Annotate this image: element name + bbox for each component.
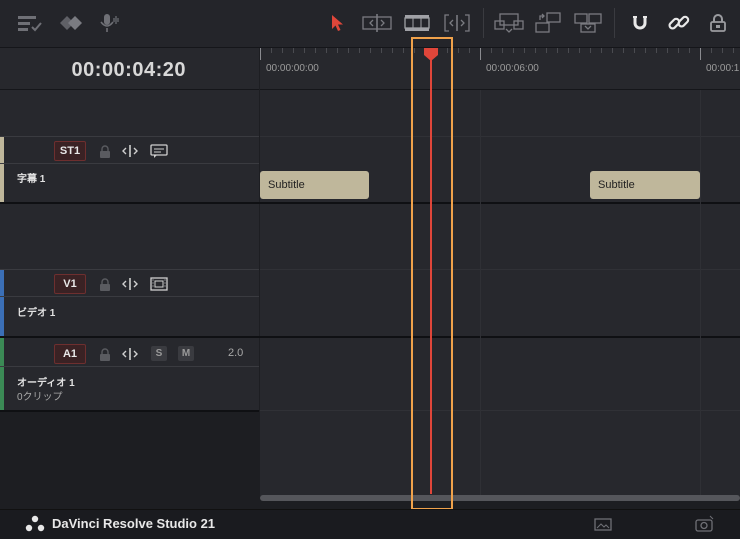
audio-track-header[interactable]: A1 S M 2.0 オーディオ 1 0クリップ <box>0 338 259 410</box>
video-track-header[interactable]: V1 ビデオ 1 <box>0 270 259 336</box>
auto-select-icon[interactable] <box>121 346 139 362</box>
toolbar-separator <box>614 8 615 38</box>
davinci-logo-icon <box>25 515 45 532</box>
dynamic-trim-icon[interactable] <box>443 11 471 35</box>
camera-icon[interactable] <box>695 515 715 533</box>
lock-icon[interactable] <box>96 143 114 159</box>
empty-panel <box>0 412 259 508</box>
track-color-strip <box>0 270 4 336</box>
ruler-label: 00:00:1 <box>706 63 740 74</box>
toolbar-separator <box>483 8 484 38</box>
timecode-panel: 00:00:04:20 <box>0 48 259 90</box>
grid-line <box>480 90 481 496</box>
track-badge-a1[interactable]: A1 <box>54 344 86 364</box>
empty-track-area <box>0 204 259 269</box>
mute-button[interactable]: M <box>178 346 194 361</box>
overwrite-clip-icon[interactable] <box>534 11 562 35</box>
insert-clip-icon[interactable] <box>494 11 524 35</box>
lane-divider <box>260 269 740 270</box>
row-divider <box>0 366 259 367</box>
media-icon[interactable] <box>594 516 612 532</box>
app-name: DaVinci Resolve Studio 21 <box>52 516 216 531</box>
timeline-toolbar <box>0 0 740 48</box>
empty-track-area <box>0 90 259 136</box>
row-divider <box>0 296 259 297</box>
horizontal-scrollbar[interactable] <box>260 495 740 501</box>
track-name: 字幕 1 <box>17 174 46 185</box>
app-footer: DaVinci Resolve Studio 21 <box>0 509 740 539</box>
lane-divider <box>260 410 740 411</box>
blade-icon[interactable] <box>404 11 430 35</box>
replace-clip-icon[interactable] <box>573 11 603 35</box>
position-lock-icon[interactable] <box>708 11 728 35</box>
current-timecode[interactable]: 00:00:04:20 <box>72 59 186 82</box>
voiceover-icon[interactable] <box>98 11 120 35</box>
subtitle-clip[interactable]: Subtitle <box>260 171 369 199</box>
row-divider <box>0 163 259 164</box>
lock-icon[interactable] <box>96 346 114 362</box>
lane-divider <box>260 136 740 137</box>
edit-mode-icon[interactable] <box>58 11 84 35</box>
auto-select-icon[interactable] <box>121 143 139 159</box>
grid-line <box>700 90 701 496</box>
trim-edit-icon[interactable] <box>362 11 392 35</box>
audio-lane[interactable] <box>260 338 740 496</box>
caption-icon[interactable] <box>150 143 168 159</box>
lock-icon[interactable] <box>96 276 114 292</box>
audio-channels: 2.0 <box>228 347 244 359</box>
timeline-ruler[interactable]: 00:00:00:00 00:00:06:00 00:00:1 <box>260 48 740 90</box>
snapping-icon[interactable] <box>630 11 650 35</box>
linked-selection-icon[interactable] <box>668 11 690 35</box>
solo-button[interactable]: S <box>151 346 167 361</box>
ruler-label: 00:00:00:00 <box>266 63 319 74</box>
timeline-options-icon[interactable] <box>17 11 43 35</box>
track-name: オーディオ 1 <box>17 378 75 389</box>
track-badge-st1[interactable]: ST1 <box>54 141 86 161</box>
playhead-highlight <box>411 37 453 510</box>
track-name: ビデオ 1 <box>17 308 56 319</box>
film-icon[interactable] <box>150 276 168 292</box>
selection-pointer-icon[interactable] <box>328 11 346 35</box>
track-color-strip <box>0 137 4 202</box>
subtitle-clip[interactable]: Subtitle <box>590 171 700 199</box>
track-color-strip <box>0 338 4 410</box>
video-lane[interactable] <box>260 204 740 336</box>
ruler-label: 00:00:06:00 <box>486 63 539 74</box>
subtitle-track-header[interactable]: ST1 字幕 1 <box>0 137 259 202</box>
track-badge-v1[interactable]: V1 <box>54 274 86 294</box>
auto-select-icon[interactable] <box>121 276 139 292</box>
clip-count: 0クリップ <box>17 392 63 403</box>
